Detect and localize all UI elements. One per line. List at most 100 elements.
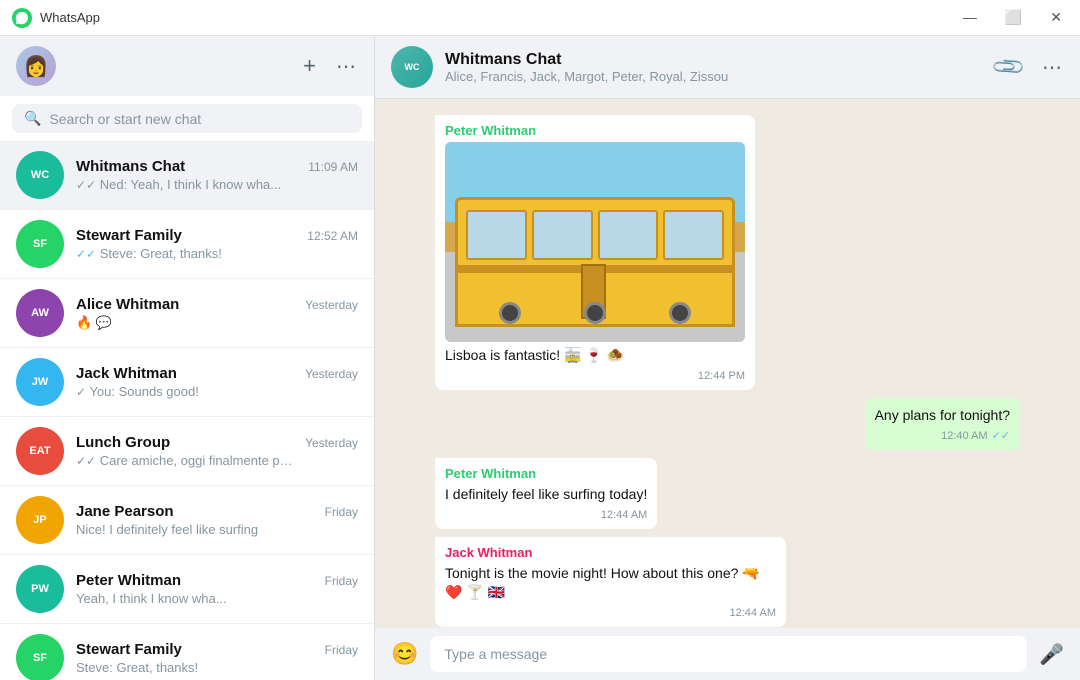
chat-preview: ✓ You: Sounds good! [76,384,296,399]
search-icon: 🔍 [24,110,41,127]
chat-info: Jack Whitman Yesterday ✓ You: Sounds goo… [76,365,358,399]
message-text: I definitely feel like surfing today! [445,486,647,502]
chat-top: Stewart Family 12:52 AM [76,227,358,244]
app-title: WhatsApp [40,10,100,25]
chat-info: Alice Whitman Yesterday 🔥 💬 [76,296,358,331]
chat-time: 11:09 AM [308,160,358,174]
chat-list-item[interactable]: WC Whitmans Chat 11:09 AM ✓✓ Ned: Yeah, … [0,141,374,210]
tram-window [532,210,593,260]
emoji-button[interactable]: 😊 [391,641,418,667]
chat-members: Alice, Francis, Jack, Margot, Peter, Roy… [445,69,983,84]
search-container[interactable]: 🔍 [12,104,362,133]
chat-top: Whitmans Chat 11:09 AM [76,158,358,175]
title-bar-left: WhatsApp [12,8,100,28]
tram-wheel [584,302,606,324]
tram-window [663,210,724,260]
message-time: 12:44 PM [698,370,745,382]
chat-menu-button[interactable]: ⋯ [1042,55,1064,80]
sidebar-icons: + ⋯ [303,53,358,79]
chat-name-header: Whitmans Chat [445,51,983,69]
window-controls[interactable]: — ⬜ ✕ [957,7,1068,28]
chat-time: Friday [325,574,358,588]
chat-top: Lunch Group Yesterday [76,434,358,451]
chat-preview: ✓✓ Care amiche, oggi finalmente posso [76,453,296,468]
mic-button[interactable]: 🎤 [1039,642,1064,667]
message-bubble: Jack Whitman Tonight is the movie night!… [435,537,786,627]
new-chat-button[interactable]: + [303,53,316,79]
attach-icon[interactable]: 📎 [989,48,1027,86]
message-sender: Peter Whitman [445,123,745,138]
message-image [445,142,745,342]
sidebar: 👩 + ⋯ 🔍 WC Whitmans Chat 11:09 AM ✓✓ Ned… [0,36,375,680]
chat-name: Jack Whitman [76,365,177,382]
chat-list-item[interactable]: AW Alice Whitman Yesterday 🔥 💬 [0,279,374,348]
tram-window [466,210,527,260]
chat-list-item[interactable]: SF Stewart Family Friday Steve: Great, t… [0,624,374,680]
message-time: 12:40 AM [941,430,987,442]
chat-top: Jane Pearson Friday [76,503,358,520]
message-wrapper: Jack Whitman Tonight is the movie night!… [435,537,786,627]
maximize-button[interactable]: ⬜ [999,7,1028,28]
chat-area: WC Whitmans Chat Alice, Francis, Jack, M… [375,36,1080,680]
message-meta: 12:40 AM ✓✓ [875,429,1010,442]
message-bubble: Any plans for tonight? 12:40 AM ✓✓ [865,398,1020,451]
tram-wheel [669,302,691,324]
tram-wheel [499,302,521,324]
chat-preview: Steve: Great, thanks! [76,660,296,675]
menu-button[interactable]: ⋯ [336,54,358,79]
chat-time: Yesterday [305,436,358,450]
tram-windows [466,210,724,260]
chat-header: WC Whitmans Chat Alice, Francis, Jack, M… [375,36,1080,99]
message-bubble: Peter Whitman [435,115,755,390]
message-sender: Jack Whitman [445,545,776,560]
message-input[interactable] [430,636,1027,672]
read-tick-icon: ✓✓ [76,247,96,261]
user-avatar[interactable]: 👩 [16,46,56,86]
chat-top: Peter Whitman Friday [76,572,358,589]
chat-info: Whitmans Chat 11:09 AM ✓✓ Ned: Yeah, I t… [76,158,358,192]
chat-list-item[interactable]: PW Peter Whitman Friday Yeah, I think I … [0,555,374,624]
message-sender: Peter Whitman [445,466,647,481]
chat-list: WC Whitmans Chat 11:09 AM ✓✓ Ned: Yeah, … [0,141,374,680]
chat-name: Alice Whitman [76,296,179,313]
chat-time: 12:52 AM [307,229,358,243]
chat-info: Stewart Family Friday Steve: Great, than… [76,641,358,675]
chat-name: Lunch Group [76,434,170,451]
chat-list-item[interactable]: JW Jack Whitman Yesterday ✓ You: Sounds … [0,348,374,417]
chat-avatar: EAT [16,427,64,475]
group-avatar: WC [391,46,433,88]
chat-header-icons: 📎 ⋯ [995,54,1064,80]
chat-avatar: SF [16,220,64,268]
message-wrapper: Peter Whitman I definitely feel like sur… [435,458,657,529]
chat-header-info: Whitmans Chat Alice, Francis, Jack, Marg… [445,51,983,84]
chat-preview: Nice! I definitely feel like surfing [76,522,296,537]
message-wrapper: Any plans for tonight? 12:40 AM ✓✓ [865,398,1020,451]
chat-name: Peter Whitman [76,572,181,589]
sidebar-header: 👩 + ⋯ [0,36,374,96]
chat-time: Friday [325,505,358,519]
message-meta: 12:44 PM [445,370,745,382]
message-meta: 12:44 AM [445,607,776,619]
minimize-button[interactable]: — [957,7,983,28]
chat-avatar: AW [16,289,64,337]
tram-background [445,142,745,342]
search-input[interactable] [49,111,350,127]
message-wrapper: Peter Whitman [435,115,755,390]
sent-tick-icon: ✓ [76,385,86,399]
search-bar: 🔍 [0,96,374,141]
message-meta: 12:44 AM [445,509,647,521]
app-body: 👩 + ⋯ 🔍 WC Whitmans Chat 11:09 AM ✓✓ Ned… [0,36,1080,680]
chat-list-item[interactable]: SF Stewart Family 12:52 AM ✓✓ Steve: Gre… [0,210,374,279]
chat-list-item[interactable]: EAT Lunch Group Yesterday ✓✓ Care amiche… [0,417,374,486]
tram-window [598,210,659,260]
chat-list-item[interactable]: JP Jane Pearson Friday Nice! I definitel… [0,486,374,555]
chat-avatar: PW [16,565,64,613]
close-button[interactable]: ✕ [1044,7,1068,28]
chat-preview: 🔥 💬 [76,315,296,331]
chat-top: Jack Whitman Yesterday [76,365,358,382]
message-time: 12:44 AM [730,607,776,619]
message-bubble: Peter Whitman I definitely feel like sur… [435,458,657,529]
chat-avatar: JW [16,358,64,406]
user-profile-section[interactable]: 👩 [16,46,56,86]
delivered-tick-icon: ✓✓ [76,178,96,192]
